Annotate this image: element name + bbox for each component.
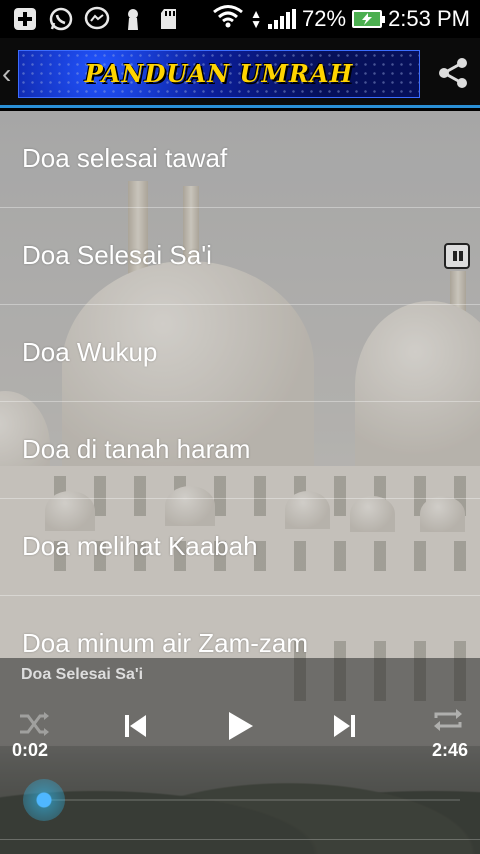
- list-item[interactable]: Doa Wukup: [0, 305, 480, 402]
- list-item-label: Doa di tanah haram: [22, 434, 251, 464]
- battery-charging-icon: [352, 10, 386, 28]
- total-time: 2:46: [431, 740, 468, 760]
- seek-track[interactable]: [40, 799, 460, 801]
- doa-list: Doa selesai tawaf Doa Selesai Sa'i Doa W…: [0, 111, 480, 693]
- shuffle-icon[interactable]: [16, 706, 52, 742]
- list-item[interactable]: Doa melihat Kaabah: [0, 499, 480, 596]
- wifi-icon: [212, 3, 244, 35]
- now-playing-title: Doa Selesai Sa'i: [21, 666, 144, 683]
- audio-player: Doa Selesai Sa'i 0:02 2:46: [0, 658, 480, 854]
- list-item-label: Doa Selesai Sa'i: [22, 240, 212, 270]
- list-item-label: Doa Wukup: [22, 337, 158, 367]
- share-icon[interactable]: [436, 56, 470, 90]
- seek-knob[interactable]: [22, 779, 65, 821]
- list-item-label: Doa minum air Zam-zam: [22, 628, 309, 658]
- divider: [0, 839, 480, 840]
- list-item[interactable]: Doa Selesai Sa'i: [0, 208, 480, 305]
- repeat-icon[interactable]: [430, 702, 466, 738]
- action-bar: ‹ PANDUAN UMRAH: [0, 38, 480, 108]
- current-time: 0:02: [12, 740, 49, 760]
- list-item-label: Doa selesai tawaf: [22, 143, 228, 173]
- pause-icon[interactable]: [444, 243, 470, 269]
- list-item[interactable]: Doa selesai tawaf: [0, 111, 480, 208]
- clock: 2:53 PM: [388, 6, 470, 31]
- next-icon[interactable]: [326, 708, 362, 744]
- list-item[interactable]: Doa di tanah haram: [0, 402, 480, 499]
- sd-card-icon: [156, 6, 182, 32]
- whatsapp-icon: [48, 6, 74, 32]
- keyhole-icon: [120, 6, 146, 32]
- battery-percent: 72%: [302, 6, 347, 31]
- list-item-label: Doa melihat Kaabah: [22, 531, 258, 561]
- app-title: PANDUAN UMRAH: [84, 59, 354, 88]
- data-arrows-icon: ▲ ▼: [250, 7, 263, 31]
- previous-icon[interactable]: [118, 708, 154, 744]
- messenger-icon: [84, 6, 110, 32]
- status-bar: ▲ ▼ 72% 2:53 PM: [0, 0, 480, 38]
- signal-icon: [268, 9, 297, 29]
- back-chevron-icon[interactable]: ‹: [2, 58, 11, 90]
- status-right: ▲ ▼ 72% 2:53 PM: [212, 0, 470, 38]
- add-box-icon: [12, 6, 38, 32]
- app-banner: PANDUAN UMRAH: [18, 50, 420, 98]
- play-icon[interactable]: [222, 708, 258, 744]
